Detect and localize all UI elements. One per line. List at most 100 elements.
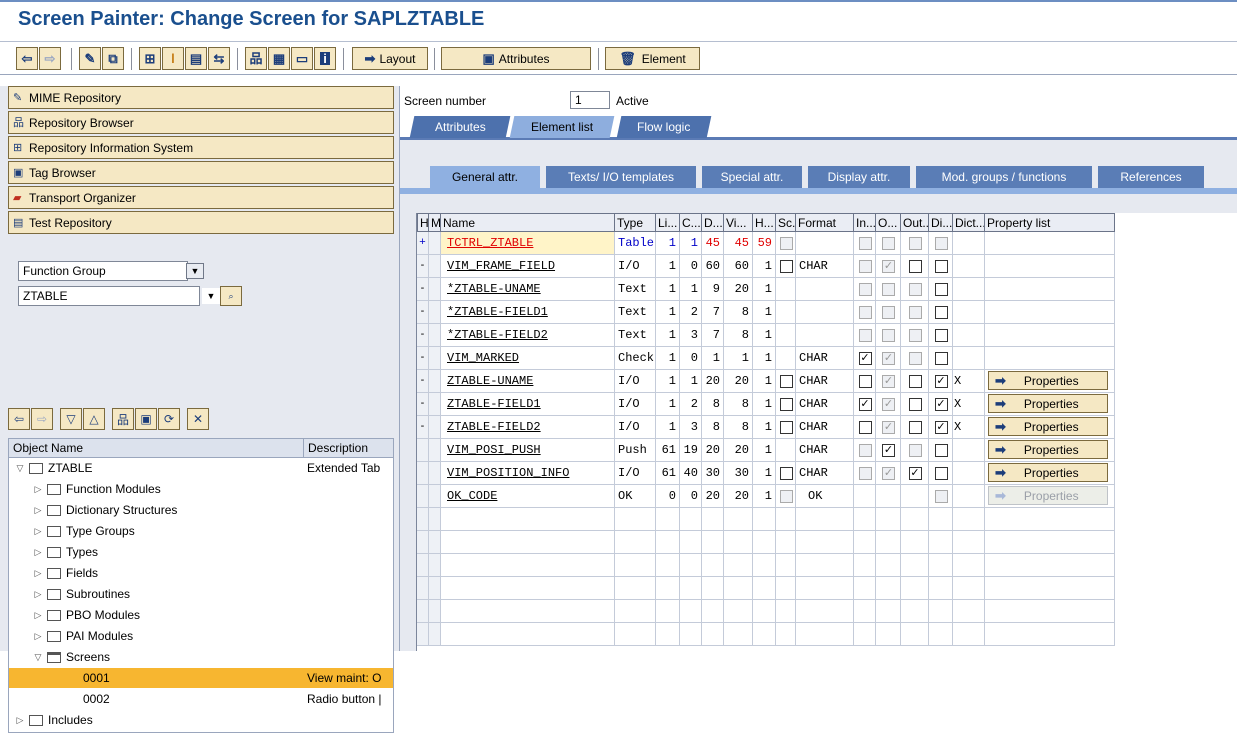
column-header[interactable]: H... <box>753 213 776 232</box>
window-icon[interactable]: ▣ <box>135 408 157 430</box>
checkbox[interactable] <box>908 306 922 319</box>
tab-attributes[interactable]: Attributes <box>409 116 511 138</box>
tree-col-name[interactable]: Object Name <box>13 441 83 455</box>
checkbox[interactable] <box>908 398 922 411</box>
checkbox[interactable] <box>934 260 948 273</box>
attributes-button[interactable]: ▣ Attributes <box>441 47 591 70</box>
tab-flow-logic[interactable]: Flow logic <box>616 116 712 138</box>
properties-button[interactable]: ➡ Properties <box>988 440 1108 459</box>
checkbox[interactable] <box>858 283 872 296</box>
tree-node-fields[interactable]: ▷ Fields <box>31 563 98 583</box>
element-name-link[interactable]: VIM_POSI_PUSH <box>447 443 541 457</box>
element-button[interactable]: 🗑 Element <box>605 47 700 70</box>
checkbox[interactable] <box>908 375 922 388</box>
checkbox[interactable] <box>779 260 793 273</box>
checkbox[interactable]: ✓ <box>934 375 948 388</box>
tree-node-type-groups[interactable]: ▷ Type Groups <box>31 521 135 541</box>
column-header[interactable]: H <box>417 213 429 232</box>
checkbox[interactable]: ✓ <box>882 260 895 273</box>
column-header[interactable]: Name <box>441 213 615 232</box>
checkbox[interactable] <box>908 260 922 273</box>
checkbox[interactable] <box>858 306 872 319</box>
column-header[interactable]: O... <box>876 213 901 232</box>
tree-node-function-modules[interactable]: ▷ Function Modules <box>31 479 161 499</box>
nav-transport-organizer[interactable]: ▰ Transport Organizer <box>8 186 394 209</box>
checkbox[interactable] <box>908 421 922 434</box>
checkbox[interactable] <box>858 237 872 250</box>
checkbox[interactable] <box>858 329 872 342</box>
checkbox[interactable] <box>934 329 948 342</box>
element-name-link[interactable]: TCTRL_ZTABLE <box>447 236 533 250</box>
column-header[interactable]: M <box>429 213 441 232</box>
element-name-link[interactable]: ZTABLE-UNAME <box>447 374 533 388</box>
forward-icon[interactable]: ⇨ <box>39 47 61 70</box>
dropdown-icon[interactable]: ▼ <box>186 263 204 279</box>
element-name-link[interactable]: VIM_FRAME_FIELD <box>447 259 555 273</box>
tree-node-types[interactable]: ▷ Types <box>31 542 98 562</box>
checkbox[interactable] <box>882 283 895 296</box>
checkbox[interactable] <box>882 306 895 319</box>
checkbox[interactable] <box>908 352 922 365</box>
checkbox[interactable]: ✓ <box>934 398 948 411</box>
element-name-link[interactable]: ZTABLE-FIELD1 <box>447 397 541 411</box>
tree-node-dictionary-structures[interactable]: ▷ Dictionary Structures <box>31 500 178 520</box>
nav-repository-browser[interactable]: 品 Repository Browser <box>8 111 394 134</box>
checkbox[interactable] <box>858 375 872 388</box>
checkbox[interactable] <box>882 329 895 342</box>
tree-node-screen-0002[interactable]: 0002 <box>83 689 110 709</box>
checkbox[interactable] <box>934 306 948 319</box>
checkbox[interactable]: ✓ <box>882 375 895 388</box>
checkbox[interactable]: ✓ <box>882 398 895 411</box>
next-object-icon[interactable]: ⇨ <box>31 408 53 430</box>
subtab-mod-groups-functions[interactable]: Mod. groups / functions <box>916 166 1092 188</box>
info-icon[interactable]: i <box>314 47 336 70</box>
hierarchy-icon[interactable]: 品 <box>245 47 267 70</box>
subtab-general-attr[interactable]: General attr. <box>430 166 540 188</box>
checkbox[interactable] <box>934 467 948 480</box>
checkbox[interactable]: ✓ <box>908 467 922 480</box>
activate-icon[interactable]: ⧉ <box>102 47 124 70</box>
layout-button[interactable]: ➡ Layout <box>352 47 428 70</box>
tree-col-description[interactable]: Description <box>303 439 395 457</box>
collapse-icon[interactable]: ▽ <box>60 408 82 430</box>
column-header[interactable]: In... <box>854 213 876 232</box>
column-header[interactable]: Di... <box>929 213 953 232</box>
checkbox[interactable] <box>908 237 922 250</box>
checkbox[interactable]: ✓ <box>882 421 895 434</box>
previous-object-icon[interactable]: ⇦ <box>8 408 30 430</box>
object-list-icon[interactable]: ▤ <box>185 47 207 70</box>
element-name-link[interactable]: ZTABLE-FIELD2 <box>447 420 541 434</box>
checkbox[interactable] <box>779 421 793 434</box>
checkbox[interactable]: ✓ <box>858 398 872 411</box>
checkbox[interactable] <box>858 421 872 434</box>
history-dropdown-icon[interactable]: ▼ <box>202 288 220 304</box>
checkbox[interactable]: ✓ <box>858 352 872 365</box>
checkbox[interactable] <box>858 444 872 457</box>
properties-button[interactable]: ➡ Properties <box>988 486 1108 505</box>
check-icon[interactable]: ǀ <box>162 47 184 70</box>
object-type-select[interactable]: Function Group <box>18 261 188 281</box>
checkbox[interactable] <box>882 237 895 250</box>
element-name-link[interactable]: *ZTABLE-FIELD1 <box>447 305 548 319</box>
expand-icon[interactable]: △ <box>83 408 105 430</box>
element-name-link[interactable]: VIM_MARKED <box>447 351 519 365</box>
back-icon[interactable]: ⇦ <box>16 47 38 70</box>
checkbox[interactable] <box>908 329 922 342</box>
program-icon[interactable]: ▦ <box>268 47 290 70</box>
tree-node-screens[interactable]: ▽ Screens <box>31 647 111 667</box>
tree-node-includes[interactable]: ▷ Includes <box>13 710 93 730</box>
tree-node-pai-modules[interactable]: ▷ PAI Modules <box>31 626 134 646</box>
checkbox[interactable] <box>934 490 948 503</box>
subtab-references[interactable]: References <box>1098 166 1204 188</box>
subtab-texts-io-templates[interactable]: Texts/ I/O templates <box>546 166 696 188</box>
checkbox[interactable] <box>934 237 948 250</box>
column-header[interactable]: Vi... <box>724 213 753 232</box>
tree-node-root[interactable]: ▽ ZTABLE <box>13 458 93 478</box>
subtab-special-attr[interactable]: Special attr. <box>702 166 802 188</box>
column-header[interactable]: Dict... <box>953 213 985 232</box>
pencil-display-change-icon[interactable]: ✎ <box>79 47 101 70</box>
column-header[interactable]: Property list <box>985 213 1115 232</box>
column-header[interactable]: Li... <box>656 213 680 232</box>
properties-button[interactable]: ➡ Properties <box>988 417 1108 436</box>
where-used-icon[interactable]: ⊞ <box>139 47 161 70</box>
